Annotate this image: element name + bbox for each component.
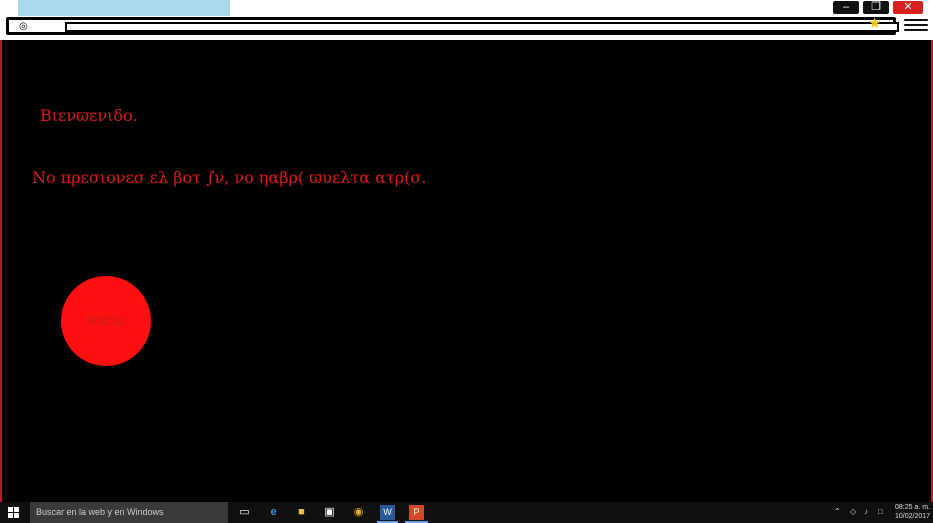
powerpoint-icon[interactable]: P	[409, 505, 424, 520]
file-explorer-icon[interactable]: ■	[294, 505, 309, 520]
taskbar-search-input[interactable]: Buscar en la web y en Windows	[30, 502, 228, 523]
chevron-up-icon[interactable]: ⌃	[834, 507, 841, 516]
address-input[interactable]	[65, 22, 899, 32]
store-icon[interactable]: ▣	[322, 505, 337, 520]
clock-date: 10/02/2017	[895, 513, 931, 520]
clock-time: 08:25 a. m.	[895, 504, 931, 511]
chrome-icon[interactable]: ◉	[351, 505, 366, 520]
frame-border	[0, 40, 2, 502]
minimize-icon: ‒	[842, 1, 850, 13]
start-button[interactable]: Inicio	[61, 276, 151, 366]
notification-icon[interactable]: □	[878, 507, 883, 516]
address-bar[interactable]: ◎	[6, 17, 899, 35]
task-view-icon[interactable]: ▭	[237, 505, 252, 520]
restore-button[interactable]: ❐	[863, 1, 889, 14]
network-icon[interactable]: ◇	[850, 507, 856, 516]
search-icon: ◎	[19, 21, 28, 32]
volume-icon[interactable]: ♪	[864, 507, 868, 516]
welcome-text: Βιενϖενιδο.	[40, 106, 138, 125]
close-button[interactable]: ✕	[893, 1, 923, 14]
close-icon: ✕	[903, 1, 913, 13]
favorite-star-icon[interactable]: ★	[868, 16, 884, 32]
browser-tab[interactable]	[18, 0, 230, 16]
word-icon[interactable]: W	[380, 505, 395, 520]
minimize-button[interactable]: ‒	[833, 1, 859, 14]
taskbar: Buscar en la web y en Windows ▭ e ■ ▣ ◉ …	[0, 502, 933, 523]
browser-chrome: ‒ ❐ ✕ ◎ ★	[0, 0, 933, 40]
clock[interactable]: 08:25 a. m. 10/02/2017	[895, 503, 930, 521]
menu-icon[interactable]	[902, 16, 930, 36]
warning-message: Νο πρεσιονεσ ελ βοτ ∫ν, νο ηαβρ( ϖυελτα …	[32, 168, 427, 187]
windows-start-icon[interactable]	[8, 507, 20, 519]
edge-icon[interactable]: e	[266, 505, 281, 520]
restore-icon: ❐	[871, 1, 881, 13]
